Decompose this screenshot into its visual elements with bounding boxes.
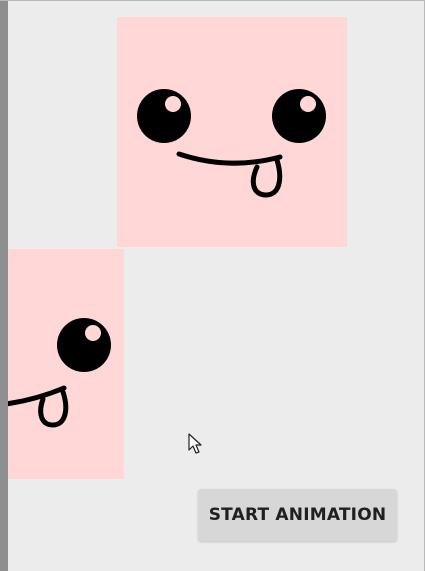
- visible-eye-icon: [57, 318, 111, 372]
- smile-icon: [176, 151, 283, 166]
- smiling-face-icon: [137, 89, 326, 198]
- right-eye-highlight-icon: [300, 96, 316, 112]
- smile-icon-cropped: [8, 385, 67, 407]
- start-animation-button[interactable]: START ANIMATION: [198, 489, 397, 541]
- visible-eye-highlight-icon: [85, 325, 101, 341]
- animated-face-square-primary: [117, 17, 347, 247]
- smiling-face-icon-cropped: [8, 318, 111, 428]
- left-edge-bar: [0, 1, 8, 571]
- animated-face-square-secondary: [8, 249, 124, 479]
- left-eye-highlight-icon: [165, 96, 181, 112]
- right-eye-icon: [272, 89, 326, 143]
- mouse-pointer-icon: [188, 433, 202, 454]
- left-eye-icon: [137, 89, 191, 143]
- animation-screen: START ANIMATION: [0, 0, 425, 571]
- tongue-icon: [250, 157, 283, 198]
